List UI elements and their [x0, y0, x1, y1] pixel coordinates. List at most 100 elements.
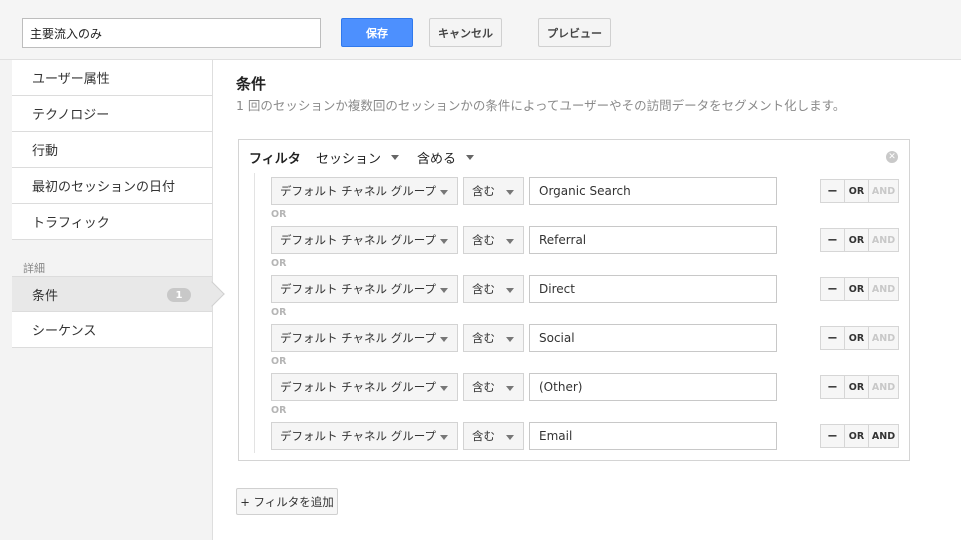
dimension-value: デフォルト チャネル グループ — [280, 429, 437, 443]
chevron-down-icon — [440, 435, 448, 440]
add-filter-button[interactable]: + フィルタを追加 — [236, 488, 338, 515]
filter-row: デフォルト チャネル グループ 含む Social − OR AND — [271, 324, 901, 352]
value-input[interactable]: Social — [529, 324, 777, 352]
remove-condition-button[interactable]: − — [820, 424, 845, 448]
sidebar-item-label: 行動 — [32, 144, 59, 159]
dimension-value: デフォルト チャネル グループ — [280, 233, 437, 247]
dimension-dropdown[interactable]: デフォルト チャネル グループ — [271, 373, 458, 401]
sidebar-item-conditions[interactable]: 条件 1 — [12, 276, 225, 312]
chevron-down-icon — [506, 288, 514, 293]
remove-condition-button[interactable]: − — [820, 375, 845, 399]
dimension-value: デフォルト チャネル グループ — [280, 184, 437, 198]
chevron-down-icon — [440, 386, 448, 391]
mode-dropdown[interactable]: 含める — [417, 148, 475, 167]
sidebar-item-sequences[interactable]: シーケンス — [12, 312, 212, 348]
dimension-dropdown[interactable]: デフォルト チャネル グループ — [271, 275, 458, 303]
value-input[interactable]: Direct — [529, 275, 777, 303]
save-button[interactable]: 保存 — [341, 18, 413, 47]
chevron-down-icon — [440, 239, 448, 244]
or-separator: OR — [271, 209, 287, 220]
page-description: 1 回のセッションか複数回のセッションかの条件によってユーザーやその訪問データを… — [236, 98, 846, 113]
remove-condition-button[interactable]: − — [820, 277, 845, 301]
or-button[interactable]: OR — [844, 326, 869, 350]
close-icon[interactable]: ✕ — [886, 151, 898, 163]
sidebar-item-label: ユーザー属性 — [32, 72, 110, 87]
operator-value: 含む — [472, 429, 495, 443]
or-button[interactable]: OR — [844, 277, 869, 301]
mode-value: 含める — [417, 152, 457, 167]
dimension-dropdown[interactable]: デフォルト チャネル グループ — [271, 324, 458, 352]
remove-condition-button[interactable]: − — [820, 179, 845, 203]
remove-condition-button[interactable]: − — [820, 228, 845, 252]
operator-value: 含む — [472, 282, 495, 296]
chevron-down-icon — [440, 288, 448, 293]
or-button[interactable]: OR — [844, 424, 869, 448]
dimension-value: デフォルト チャネル グループ — [280, 331, 437, 345]
logic-buttons: − OR AND — [820, 326, 899, 350]
sidebar-item-technology[interactable]: テクノロジー — [12, 96, 212, 132]
segment-name-input[interactable] — [22, 18, 321, 48]
preview-button[interactable]: プレビュー — [538, 18, 611, 47]
filter-row: デフォルト チャネル グループ 含む Direct − OR AND — [271, 275, 901, 303]
and-button[interactable]: AND — [868, 375, 899, 399]
cancel-button[interactable]: キャンセル — [429, 18, 502, 47]
dimension-dropdown[interactable]: デフォルト チャネル グループ — [271, 226, 458, 254]
or-button[interactable]: OR — [844, 179, 869, 203]
or-separator: OR — [271, 356, 287, 367]
value-input[interactable]: Organic Search — [529, 177, 777, 205]
sidebar-item-behavior[interactable]: 行動 — [12, 132, 212, 168]
logic-buttons: − OR AND — [820, 277, 899, 301]
dimension-dropdown[interactable]: デフォルト チャネル グループ — [271, 177, 458, 205]
logic-buttons: − OR AND — [820, 179, 899, 203]
operator-dropdown[interactable]: 含む — [463, 373, 524, 401]
dimension-dropdown[interactable]: デフォルト チャネル グループ — [271, 422, 458, 450]
value-input[interactable]: Referral — [529, 226, 777, 254]
sidebar-item-label: 最初のセッションの日付 — [32, 180, 176, 195]
logic-buttons: − OR AND — [820, 228, 899, 252]
chevron-down-icon — [506, 435, 514, 440]
and-button[interactable]: AND — [868, 424, 899, 448]
sidebar-item-label: テクノロジー — [32, 108, 110, 123]
operator-dropdown[interactable]: 含む — [463, 324, 524, 352]
chevron-down-icon — [466, 155, 475, 160]
sidebar-item-first-session-date[interactable]: 最初のセッションの日付 — [12, 168, 212, 204]
page-title: 条件 — [236, 75, 267, 93]
operator-dropdown[interactable]: 含む — [463, 226, 524, 254]
chevron-down-icon — [506, 337, 514, 342]
sidebar-item-label: トラフィック — [32, 216, 110, 231]
active-pointer-arrow — [199, 281, 225, 307]
logic-buttons: − OR AND — [820, 375, 899, 399]
scope-dropdown[interactable]: セッション — [316, 148, 400, 167]
and-button[interactable]: AND — [868, 179, 899, 203]
value-input[interactable]: Email — [529, 422, 777, 450]
scope-value: セッション — [316, 152, 382, 167]
or-separator: OR — [271, 307, 287, 318]
operator-value: 含む — [472, 331, 495, 345]
rows-connector-line — [254, 173, 255, 453]
value-input[interactable]: (Other) — [529, 373, 777, 401]
chevron-down-icon — [506, 386, 514, 391]
operator-dropdown[interactable]: 含む — [463, 177, 524, 205]
filter-label: フィルタ — [249, 152, 301, 167]
sidebar-item-traffic[interactable]: トラフィック — [12, 204, 212, 240]
and-button[interactable]: AND — [868, 326, 899, 350]
and-button[interactable]: AND — [868, 277, 899, 301]
or-button[interactable]: OR — [844, 228, 869, 252]
operator-dropdown[interactable]: 含む — [463, 275, 524, 303]
or-button[interactable]: OR — [844, 375, 869, 399]
sidebar-edge — [0, 60, 12, 540]
chevron-down-icon — [506, 190, 514, 195]
or-separator: OR — [271, 405, 287, 416]
filter-row: デフォルト チャネル グループ 含む Email − OR AND — [271, 422, 901, 450]
sidebar-item-label: 条件 — [32, 288, 59, 304]
operator-dropdown[interactable]: 含む — [463, 422, 524, 450]
and-button[interactable]: AND — [868, 228, 899, 252]
remove-condition-button[interactable]: − — [820, 326, 845, 350]
chevron-down-icon — [506, 239, 514, 244]
filter-row: デフォルト チャネル グループ 含む (Other) − OR AND — [271, 373, 901, 401]
logic-buttons: − OR AND — [820, 424, 899, 448]
chevron-down-icon — [391, 155, 400, 160]
sidebar-item-label: シーケンス — [32, 324, 97, 339]
chevron-down-icon — [440, 337, 448, 342]
sidebar-item-demographics[interactable]: ユーザー属性 — [12, 60, 212, 96]
